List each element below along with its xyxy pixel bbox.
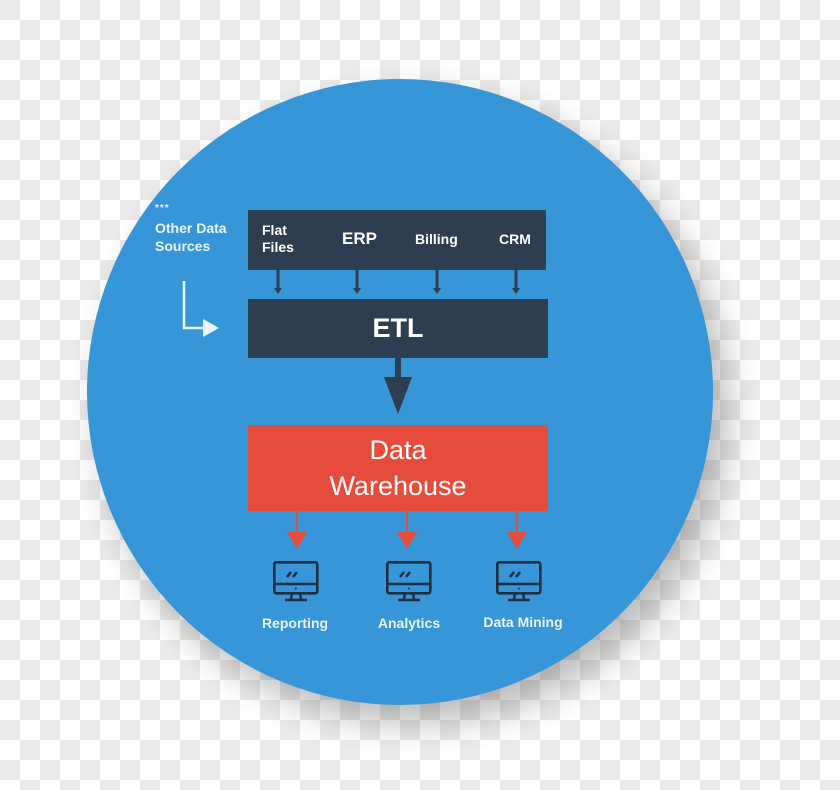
- output-arrows: [287, 511, 527, 549]
- arrow-analytics: [397, 511, 417, 549]
- monitor-icon: [272, 560, 319, 602]
- arrow-data-mining: [507, 511, 527, 549]
- arrow-billing: [433, 270, 441, 294]
- other-sources-arrow: [182, 281, 219, 337]
- arrow-erp: [353, 270, 361, 294]
- arrow-reporting: [287, 511, 307, 549]
- monitor-icon: [495, 560, 542, 602]
- output-data-mining: Data Mining: [483, 614, 563, 630]
- monitor-icon: [385, 560, 432, 602]
- etl-to-warehouse-arrow: [384, 358, 412, 414]
- source-arrows: [274, 270, 520, 294]
- output-analytics: Analytics: [377, 615, 441, 631]
- connectors: [182, 270, 542, 602]
- arrow-crm: [512, 270, 520, 294]
- output-reporting: Reporting: [261, 615, 329, 631]
- arrow-flat-files: [274, 270, 282, 294]
